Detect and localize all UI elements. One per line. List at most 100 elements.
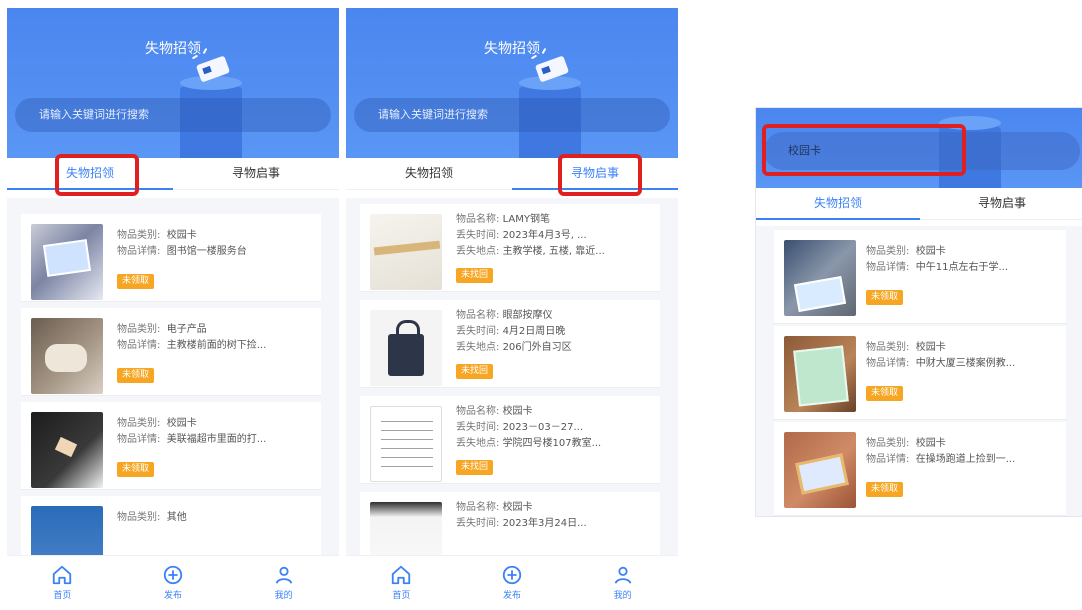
list-item[interactable]: 物品名称: 校园卡 丢失时间: 2023－03－27... 丢失地点: 学院四号… (360, 396, 660, 484)
list-item[interactable]: 物品类别: 校园卡 物品详情: 图书馆一楼服务台 未领取 (21, 214, 321, 302)
nav-label: 我的 (274, 591, 293, 601)
status-badge: 未领取 (866, 386, 904, 401)
field-value: LAMY钢笔 (502, 214, 550, 225)
field-value: 校园卡 (166, 418, 197, 429)
item-photo (370, 502, 442, 555)
tab-lost-found[interactable]: 失物招领 (346, 158, 512, 190)
user-icon (275, 566, 292, 584)
list-item[interactable]: 物品类别: 校园卡 物品详情: 中财大厦三楼案例教... 未领取 (774, 326, 1066, 420)
field-value: 中财大厦三楼案例教... (915, 358, 1016, 369)
status-badge: 未领取 (117, 274, 155, 289)
item-list: 物品名称: LAMY钢笔 丢失时间: 2023年4月3号, ... 丢失地点: … (346, 198, 678, 555)
list-item[interactable]: 物品名称: 眼部按摩仪 丢失时间: 4月2日周日晚 丢失地点: 206门外自习区… (360, 300, 660, 388)
field-value: 2023年3月24日... (502, 518, 587, 529)
item-photo (370, 214, 442, 290)
status-badge: 未找回 (456, 268, 494, 283)
nav-home[interactable]: 首页 (346, 556, 457, 610)
field-label: 丢失时间: (456, 326, 500, 337)
status-badge: 未领取 (117, 462, 155, 477)
list-item[interactable]: 物品名称: LAMY钢笔 丢失时间: 2023年4月3号, ... 丢失地点: … (360, 204, 660, 292)
nav-publish[interactable]: 发布 (457, 556, 568, 610)
nav-mine[interactable]: 我的 (228, 556, 339, 610)
home-icon (53, 565, 72, 585)
field-value: 校园卡 (915, 438, 946, 449)
field-label: 物品详情: (866, 358, 910, 369)
field-value: 电子产品 (166, 324, 207, 335)
field-label: 丢失地点: (456, 438, 500, 449)
nav-label: 首页 (53, 591, 72, 601)
list-item[interactable]: 物品名称: 校园卡 丢失时间: 2023年3月24日... (360, 492, 660, 555)
tab-seek-item[interactable]: 寻物启事 (920, 188, 1082, 220)
home-icon (392, 565, 411, 585)
highlight-box (55, 154, 139, 196)
item-photo (370, 406, 442, 482)
item-photo (370, 310, 442, 386)
nav-label: 首页 (392, 591, 411, 601)
field-value: 学院四号楼107教室... (502, 438, 602, 449)
list-item[interactable]: 物品类别: 校园卡 物品详情: 美联福超市里面的打... 未领取 (21, 402, 321, 490)
field-label: 物品详情: (117, 434, 161, 445)
item-photo (31, 412, 103, 488)
field-label: 物品名称: (456, 406, 500, 417)
bottom-nav: 首页 发布 我的 (7, 555, 339, 610)
list-item[interactable]: 物品类别: 其他 (21, 496, 321, 555)
field-label: 丢失时间: (456, 422, 500, 433)
screen-seek-item: 失物招领 请输入关键词进行搜索 失物招领 寻物启事 物品名称: LAMY钢笔 丢… (346, 8, 678, 610)
field-label: 丢失时间: (456, 230, 500, 241)
tab-bar: 失物招领 寻物启事 (756, 188, 1082, 220)
field-label: 物品名称: (456, 502, 500, 513)
field-label: 丢失时间: (456, 518, 500, 529)
field-label: 物品名称: (456, 214, 500, 225)
field-value: 4月2日周日晚 (502, 326, 566, 337)
plus-circle-icon (163, 565, 183, 585)
item-list: 物品类别: 校园卡 物品详情: 中午11点左右于学... 未领取 物品类别: 校… (756, 226, 1082, 516)
field-value: 眼部按摩仪 (502, 310, 553, 321)
list-item[interactable]: 物品类别: 电子产品 物品详情: 主教楼前面的树下捡... 未领取 (21, 308, 321, 396)
field-value: 在操场跑道上捡到一... (915, 454, 1016, 465)
list-item[interactable]: 物品类别: 校园卡 物品详情: 中午11点左右于学... 未领取 (774, 230, 1066, 324)
field-label: 物品类别: (117, 512, 161, 523)
status-badge: 未领取 (866, 482, 904, 497)
nav-mine[interactable]: 我的 (567, 556, 678, 610)
item-photo (784, 336, 856, 412)
tab-seek-item[interactable]: 寻物启事 (173, 158, 339, 190)
item-list: 物品类别: 校园卡 物品详情: 图书馆一楼服务台 未领取 物品类别: 电子产品 … (7, 198, 339, 555)
field-value: 2023年4月3号, ... (502, 230, 587, 241)
tab-lost-found[interactable]: 失物招领 (756, 188, 920, 220)
item-photo (784, 432, 856, 508)
search-input[interactable]: 请输入关键词进行搜索 (354, 98, 670, 132)
field-label: 物品详情: (866, 262, 910, 273)
screen-lost-found: 失物招领 请输入关键词进行搜索 失物招领 寻物启事 物品类别: 校园卡 物品详情… (7, 8, 339, 610)
plus-circle-icon (502, 565, 522, 585)
field-label: 物品名称: (456, 310, 500, 321)
field-value: 校园卡 (166, 230, 197, 241)
field-label: 物品详情: (866, 454, 910, 465)
field-value: 校园卡 (915, 342, 946, 353)
nav-publish[interactable]: 发布 (118, 556, 229, 610)
field-value: 206门外自习区 (502, 342, 572, 353)
field-label: 丢失地点: (456, 246, 500, 257)
highlight-box (558, 154, 642, 196)
header-banner: 失物招领 请输入关键词进行搜索 (346, 8, 678, 158)
field-value: 校园卡 (502, 406, 533, 417)
item-photo (31, 318, 103, 394)
field-value: 中午11点左右于学... (915, 262, 1008, 273)
field-value: 校园卡 (502, 502, 533, 513)
field-label: 物品详情: (117, 246, 161, 257)
field-label: 物品类别: (866, 246, 910, 257)
item-photo (31, 224, 103, 300)
field-label: 物品类别: (117, 418, 161, 429)
nav-label: 我的 (613, 591, 632, 601)
field-label: 物品类别: (117, 230, 161, 241)
status-badge: 未找回 (456, 460, 494, 475)
field-value: 2023－03－27... (502, 422, 583, 433)
field-value: 美联福超市里面的打... (166, 434, 267, 445)
field-value: 校园卡 (915, 246, 946, 257)
nav-label: 发布 (502, 591, 521, 601)
status-badge: 未找回 (456, 364, 494, 379)
search-input[interactable]: 请输入关键词进行搜索 (15, 98, 331, 132)
list-item[interactable]: 物品类别: 校园卡 物品详情: 在操场跑道上捡到一... 未领取 (774, 422, 1066, 516)
field-value: 主教学楼, 五楼, 靠近... (502, 246, 605, 257)
nav-home[interactable]: 首页 (7, 556, 118, 610)
field-label: 丢失地点: (456, 342, 500, 353)
